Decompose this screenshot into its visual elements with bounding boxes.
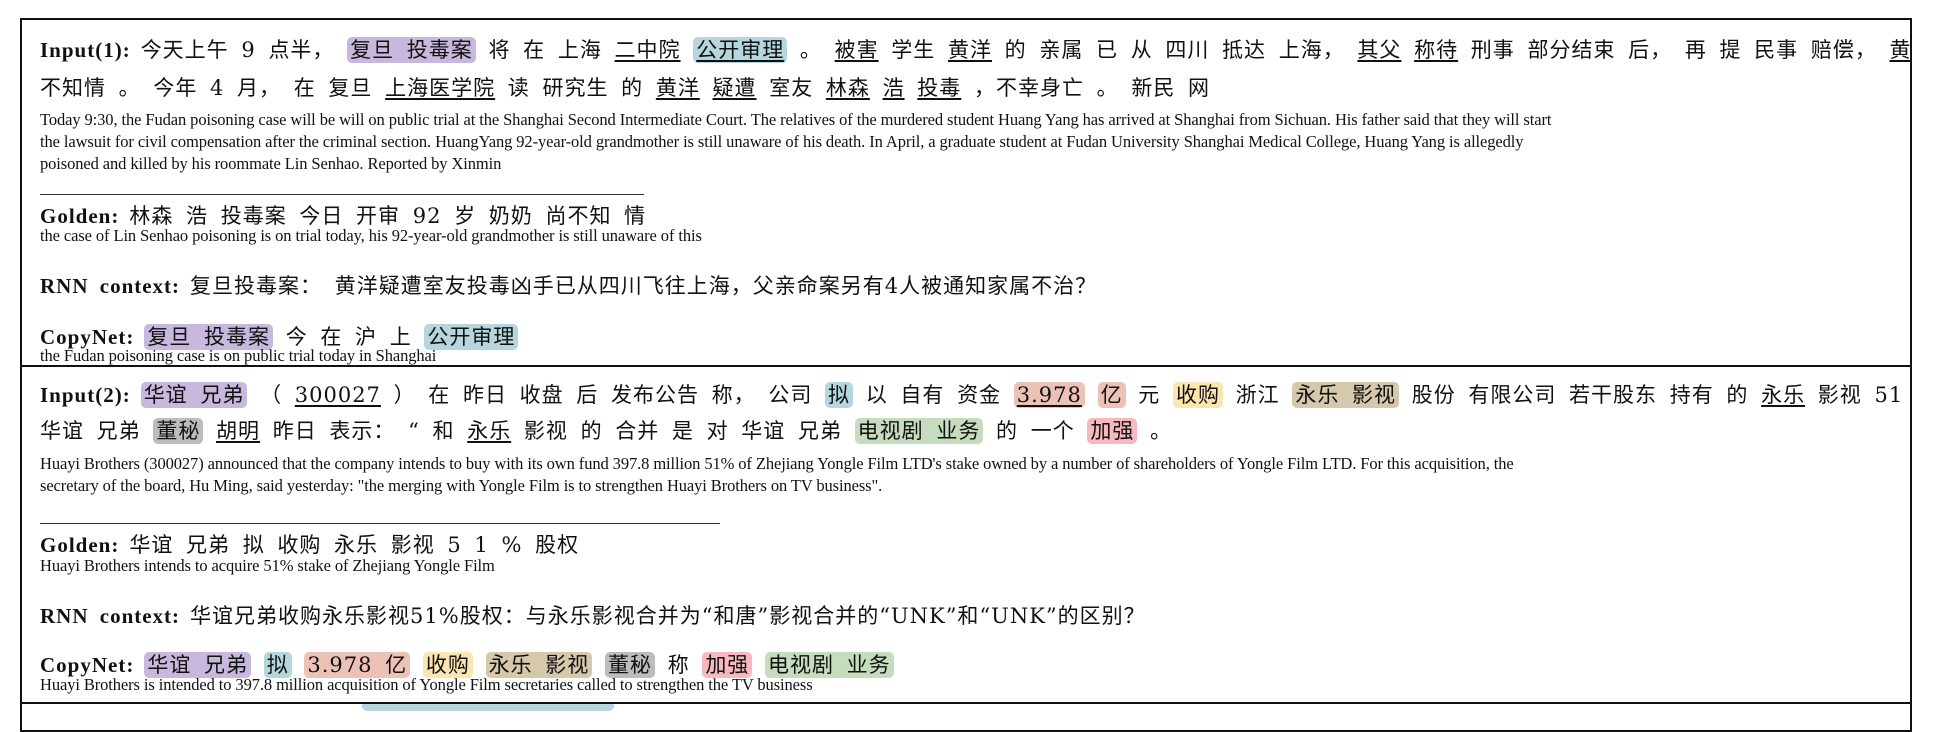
copynet-2-translation: Huayi Brothers is intended to 397.8 mill… [40, 675, 813, 694]
highlighted-token: 加强 [1087, 418, 1138, 444]
highlighted-token: 拟 [825, 382, 854, 408]
token: 将 在 上海 [488, 38, 602, 62]
token: ，不幸身亡 。 新民 网 [973, 76, 1210, 100]
token: 读 研究生 的 [507, 76, 644, 100]
golden-2-row: Golden: 华谊 兄弟 拟 收购 永乐 影视 5 1 % 股权 [40, 529, 579, 559]
underlined-token: 上海医学院 [385, 76, 496, 100]
token: 的 亲属 已 从 四川 抵达 上海， [1004, 38, 1345, 62]
token: 元 [1138, 383, 1161, 407]
input-1-tokens: 今天上午 9 点半， 复旦 投毒案 将 在 上海 二中院 公开审理 。 被害 学… [140, 37, 1912, 63]
figure-canvas: Input(1): 今天上午 9 点半， 复旦 投毒案 将 在 上海 二中院 公开… [0, 0, 1938, 732]
translation-2-line-2: secretary of the board, Hu Ming, said ye… [40, 476, 883, 495]
highlighted-token: 华谊 兄弟 [140, 382, 248, 408]
token: 浙江 [1235, 383, 1280, 407]
highlighted-token: 复旦 投毒案 [347, 37, 476, 63]
underlined-token: 浩 [882, 76, 905, 100]
golden-1-translation: the case of Lin Senhao poisoning is on t… [40, 226, 702, 245]
highlighted-token: 公开审理 [693, 37, 788, 63]
token: 华谊 兄弟 [40, 419, 141, 443]
token: 不知情 。 今年 4 月， 在 复旦 [40, 76, 373, 100]
token: 学生 [891, 38, 936, 62]
rnn-label: RNN context: [40, 604, 181, 628]
highlighted-token: 收购 [1172, 382, 1223, 408]
token: 以 自有 资金 [865, 383, 1002, 407]
rnn-2-row: RNN context: 华谊兄弟收购永乐影视51%股权：与永乐影视合并为“和唐”… [40, 600, 1146, 630]
token: 室友 [769, 76, 814, 100]
translation-2-line-1: Huayi Brothers (300027) announced that t… [40, 454, 1514, 473]
copynet-1-translation: the Fudan poisoning case is on public tr… [40, 346, 437, 365]
input-label: Input(1): [40, 38, 131, 62]
underlined-token: 投毒 [917, 76, 962, 100]
underlined-token: 其父 [1357, 38, 1402, 62]
token: 。 [799, 38, 822, 62]
golden-label: Golden: [40, 204, 120, 228]
token: 。 [1150, 419, 1173, 443]
input-1-line-1: Input(1): 今天上午 9 点半， 复旦 投毒案 将 在 上海 二中院 公开… [40, 34, 1912, 64]
example-2-panel: Input(2): 华谊 兄弟 （ 300027 ） 在 昨日 收盘 后 发布公告… [20, 365, 1912, 704]
underlined-token: 称待 [1414, 38, 1459, 62]
input-2-line-2: 华谊 兄弟 董秘 胡明 昨日 表示： “ 和 永乐 影视 的 合并 是 对 华谊… [40, 415, 1172, 445]
translation-1-line-1: Today 9:30, the Fudan poisoning case wil… [40, 110, 1552, 129]
token: 影视 的 合并 是 对 华谊 兄弟 [523, 419, 842, 443]
underlined-token: 黄洋 [655, 76, 700, 100]
token: 影视 51 % 的 股权 。 对于 [1817, 383, 1910, 407]
golden-2-translation: Huayi Brothers intends to acquire 51% st… [40, 556, 495, 575]
input-label: Input(2): [40, 383, 131, 407]
token: 刑事 部分结束 后， 再 提 民事 赔偿， [1470, 38, 1877, 62]
golden-label: Golden: [40, 533, 120, 557]
highlighted-token: 3.978 [1013, 382, 1085, 408]
separator-line [40, 523, 720, 524]
input-1-line-2: 不知情 。 今年 4 月， 在 复旦 上海医学院 读 研究生 的 黄洋 疑遭 室… [40, 72, 1210, 102]
underlined-token: 黄洋 [947, 38, 992, 62]
token: 点半， [268, 38, 335, 62]
rnn-1-text: 复旦投毒案： 黄洋疑遭室友投毒凶手已从四川飞往上海，父亲命案另有4人被通知家属不… [190, 274, 1098, 298]
token: 今天上午 [140, 38, 229, 62]
token: 9 [241, 38, 256, 62]
underlined-token: 林森 [825, 76, 870, 100]
underlined-token: 胡明 [216, 419, 261, 443]
highlighted-token: 公开审理 [424, 324, 519, 350]
underlined-token: 300027 [294, 383, 381, 407]
underlined-token: 被害 [834, 38, 879, 62]
highlighted-token: 永乐 影视 [1292, 382, 1400, 408]
input-2-tokens: 华谊 兄弟 （ 300027 ） 在 昨日 收盘 后 发布公告 称， 公司 拟 … [140, 382, 1910, 408]
rnn-1-row: RNN context: 复旦投毒案： 黄洋疑遭室友投毒凶手已从四川飞往上海，父亲… [40, 270, 1097, 300]
token: 的 一个 [996, 419, 1075, 443]
highlight-fragment [362, 704, 614, 711]
highlighted-token: 董秘 [153, 418, 204, 444]
highlighted-token: 亿 [1097, 382, 1126, 408]
token: 昨日 表示： “ 和 [272, 419, 455, 443]
translation-1-line-3: poisoned and killed by his roommate Lin … [40, 154, 502, 173]
underlined-token: 二中院 [614, 38, 681, 62]
highlighted-token: 电视剧 业务 [854, 418, 984, 444]
translation-1-line-2: the lawsuit for civil compensation after… [40, 132, 1524, 151]
rnn-2-text: 华谊兄弟收购永乐影视51%股权：与永乐影视合并为“和唐”影视合并的“UNK”和“… [190, 604, 1146, 628]
token: 股份 有限公司 若干股东 持有 的 [1411, 383, 1749, 407]
copynet-label: CopyNet: [40, 653, 135, 677]
input-2-line-1: Input(2): 华谊 兄弟 （ 300027 ） 在 昨日 收盘 后 发布公告… [40, 379, 1910, 409]
underlined-token: 永乐 [467, 419, 512, 443]
separator-line [40, 194, 644, 195]
underlined-token: 永乐 [1761, 383, 1806, 407]
golden-1-text: 林森 浩 投毒案 今日 开审 92 岁 奶奶 尚不知 情 [129, 204, 647, 228]
example-1-panel: Input(1): 今天上午 9 点半， 复旦 投毒案 将 在 上海 二中院 公开… [20, 18, 1912, 367]
example-3-panel-partial [20, 702, 1912, 732]
underlined-token: 黄洋 [1889, 38, 1912, 62]
underlined-token: 疑遭 [712, 76, 757, 100]
token: ） 在 昨日 收盘 后 发布公告 称， 公司 [393, 383, 813, 407]
golden-2-text: 华谊 兄弟 拟 收购 永乐 影视 5 1 % 股权 [129, 533, 580, 557]
rnn-label: RNN context: [40, 274, 181, 298]
token: 称 [667, 653, 690, 677]
token: （ [260, 383, 283, 407]
